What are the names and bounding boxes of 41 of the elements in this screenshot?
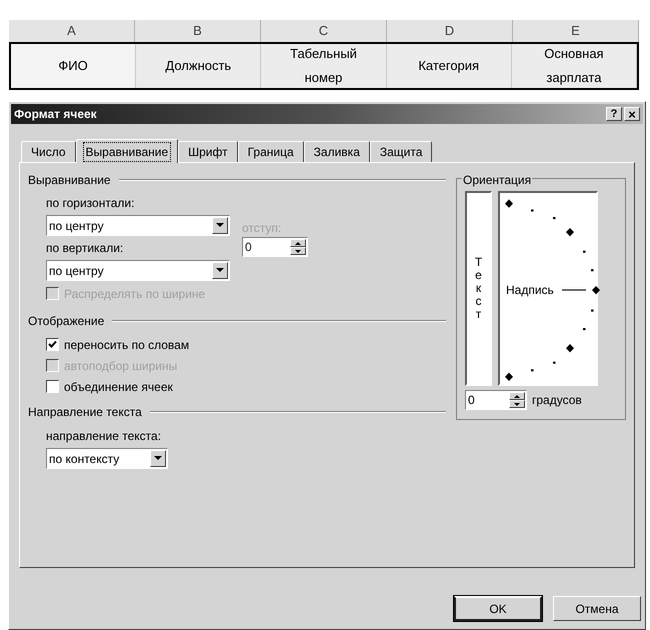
- table-cell: Категория: [386, 44, 512, 88]
- orientation-dial[interactable]: Надпись: [498, 191, 598, 386]
- column-header[interactable]: B: [135, 20, 261, 42]
- table-cell: Табельный номер: [261, 44, 387, 88]
- tab[interactable]: Граница: [238, 141, 304, 162]
- group-label: Отображение: [28, 313, 104, 330]
- tab[interactable]: Выравнивание: [76, 139, 178, 163]
- spin-arrows-icon[interactable]: [509, 392, 525, 408]
- dropdown-field[interactable]: по центру: [46, 260, 230, 281]
- tab[interactable]: Число: [21, 141, 76, 162]
- vertical-text: Текст: [474, 256, 484, 322]
- checkbox-label: переносить по словам: [64, 336, 190, 354]
- table-cell: Основная зарплата: [512, 44, 638, 88]
- column-header[interactable]: E: [513, 20, 639, 42]
- column-header[interactable]: D: [387, 20, 513, 42]
- group-label: Направление текста: [28, 404, 142, 421]
- number-field[interactable]: 0: [465, 390, 527, 410]
- help-button[interactable]: ?: [606, 107, 622, 121]
- column-header[interactable]: C: [261, 20, 387, 42]
- vertical-text-button[interactable]: Текст: [465, 191, 492, 386]
- field-label: по вертикали:: [46, 240, 124, 257]
- dialog-button[interactable]: OK: [454, 596, 542, 621]
- field-label: по горизонтали:: [46, 195, 136, 212]
- spin-arrows-icon[interactable]: [290, 239, 306, 255]
- checkbox[interactable]: [46, 338, 59, 351]
- checkbox-label: объединение ячеек: [64, 378, 173, 396]
- table-cell: ФИО: [11, 44, 136, 88]
- dropdown-field[interactable]: по контексту: [46, 448, 168, 469]
- group-label: Выравнивание: [28, 172, 111, 189]
- window-title: Формат ячеек: [14, 106, 98, 123]
- checkbox[interactable]: [46, 380, 59, 393]
- tab[interactable]: Заливка: [304, 141, 370, 162]
- dropdown-field[interactable]: по центру: [46, 215, 230, 236]
- close-button[interactable]: ×: [624, 107, 640, 121]
- tab[interactable]: Защита: [370, 141, 432, 162]
- column-header[interactable]: A: [9, 20, 135, 42]
- tab[interactable]: Шрифт: [178, 141, 238, 162]
- field-label: градусов: [532, 392, 582, 409]
- field-label: направление текста:: [46, 428, 162, 445]
- dialog-button[interactable]: Отмена: [553, 596, 641, 621]
- table-cell: Должность: [136, 44, 262, 88]
